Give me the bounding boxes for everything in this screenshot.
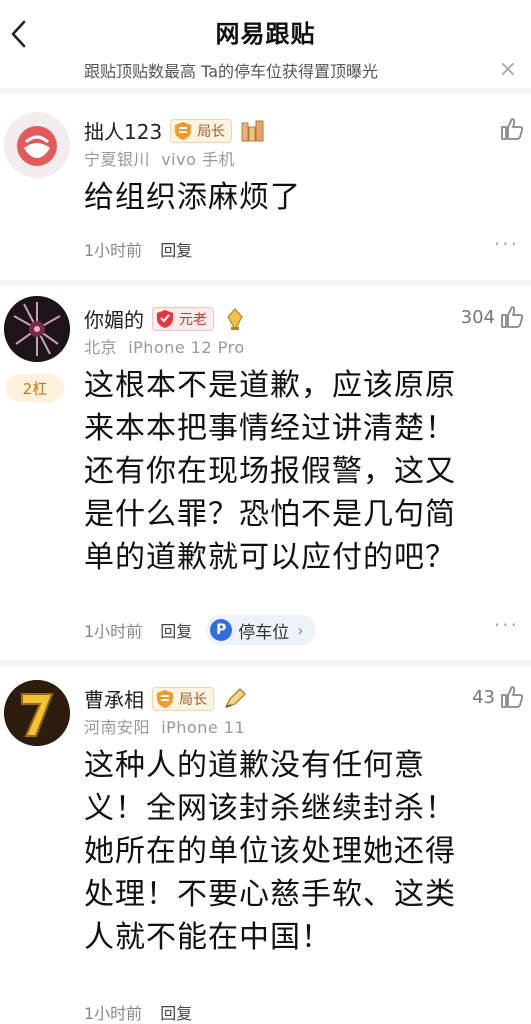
shield-icon <box>175 121 192 140</box>
user-device: iPhone 11 <box>161 718 246 737</box>
reply-button[interactable]: 回复 <box>160 618 192 642</box>
comment-line: 来本本把事情经过讲清楚！ <box>84 411 456 446</box>
medal-icon <box>227 307 243 330</box>
thumbs-up-icon <box>501 686 524 708</box>
avatar-image <box>4 112 70 178</box>
comment-line: 这根本不是道歉，应该原原 <box>84 368 456 403</box>
avatar-image <box>4 680 70 746</box>
more-options-icon[interactable]: ··· <box>494 613 519 637</box>
books-icon <box>241 120 264 141</box>
comment-line: 是什么罪？恐怕不是几句简 <box>84 497 456 532</box>
like-button[interactable]: 43 <box>472 684 525 710</box>
username[interactable]: 你媚的 <box>84 304 144 333</box>
user-device: vivo 手机 <box>161 150 235 169</box>
comment-text: 给组织添麻烦了 <box>84 180 301 215</box>
comment-text: 这根本不是道歉，应该原原 来本本把事情经过讲清楚！ 还有你在现场报假警，这又 是… <box>84 364 514 579</box>
like-button[interactable] <box>495 116 525 142</box>
user-location: 河南安阳 <box>84 718 151 737</box>
rank-badge: 元老 <box>152 306 214 331</box>
parking-button[interactable]: P 停车位 › <box>206 615 316 645</box>
rank-badge-label: 元老 <box>179 311 207 328</box>
reply-button[interactable]: 回复 <box>160 237 192 261</box>
notice-text: 跟贴顶贴数最高 Ta的停车位获得置顶曝光 <box>84 62 379 81</box>
user-info-row: 你媚的 元老 <box>84 304 248 333</box>
avatar-image <box>4 296 70 362</box>
thumbs-up-icon <box>501 306 524 328</box>
comment-line: 这种人的道歉没有任何意 <box>84 748 425 783</box>
like-count: 43 <box>472 686 495 708</box>
comment-footer: 1小时前 回复 P 停车位 › <box>84 615 316 645</box>
more-options-icon[interactable]: ··· <box>494 232 519 256</box>
comment-line: 义！全网该封杀继续封杀！ <box>84 791 456 826</box>
floor-tag: 2杠 <box>6 374 64 402</box>
username[interactable]: 拙人123 <box>84 116 162 145</box>
comment-line: 还有你在现场报假警，这又 <box>84 454 456 489</box>
comment-line: 人就不能在中国！ <box>84 920 332 955</box>
chevron-right-icon: › <box>297 620 304 640</box>
shield-icon <box>157 309 173 328</box>
comment-time: 1小时前 <box>84 241 143 260</box>
thumbs-up-icon <box>501 118 524 140</box>
comment-text: 这种人的道歉没有任何意 义！全网该封杀继续封杀！ 她所在的单位该处理她还得 处理… <box>84 744 514 959</box>
user-location: 北京 <box>84 338 118 357</box>
parking-label: 停车位 <box>238 622 290 643</box>
shield-icon <box>157 689 173 708</box>
comment-footer: 1小时前 回复 <box>84 1000 192 1024</box>
like-button[interactable]: 304 <box>461 304 525 330</box>
user-meta: 宁夏银川 vivo 手机 <box>84 146 235 170</box>
user-info-row: 拙人123 局长 <box>84 116 266 145</box>
parking-icon: P <box>210 619 233 641</box>
comment-footer: 1小时前 回复 <box>84 237 192 261</box>
comment-line: 单的道歉就可以应付的吧？ <box>84 540 456 575</box>
close-icon[interactable]: × <box>499 56 517 84</box>
user-meta: 北京 iPhone 12 Pro <box>84 334 245 358</box>
user-meta: 河南安阳 iPhone 11 <box>84 714 245 738</box>
top-bar: 网易跟贴 <box>0 0 531 62</box>
avatar[interactable] <box>4 680 70 746</box>
user-location: 宁夏银川 <box>84 150 151 169</box>
like-count: 304 <box>460 306 495 328</box>
comment-time: 1小时前 <box>84 622 143 641</box>
comment-item: 拙人123 局长 宁夏银川 vivo 手机 给组织添麻烦了 1小时前 回复 ··… <box>0 94 531 280</box>
pen-icon <box>225 687 246 708</box>
username[interactable]: 曹承相 <box>84 684 144 713</box>
page-title: 网易跟贴 <box>215 20 316 48</box>
comment-time: 1小时前 <box>84 1004 143 1023</box>
rank-badge: 局长 <box>152 686 214 711</box>
comment-item: 2杠 你媚的 元老 304 北京 iPhone 12 Pro 这根本不是道歉，应… <box>0 286 531 660</box>
avatar[interactable] <box>4 112 70 178</box>
rank-badge: 局长 <box>170 118 233 143</box>
notice-bar[interactable]: 跟贴顶贴数最高 Ta的停车位获得置顶曝光 × <box>0 56 531 86</box>
reply-button[interactable]: 回复 <box>160 1000 192 1024</box>
avatar[interactable] <box>4 296 70 362</box>
comment-line: 她所在的单位该处理她还得 <box>84 834 456 869</box>
user-info-row: 曹承相 局长 <box>84 684 248 713</box>
rank-badge-label: 局长 <box>197 123 226 140</box>
rank-badge-label: 局长 <box>179 691 207 708</box>
comment-item: 曹承相 局长 43 河南安阳 iPhone 11 这种人的道歉没有任何意 义！全… <box>0 666 531 1024</box>
user-device: iPhone 12 Pro <box>128 338 245 357</box>
comment-line: 处理！不要心慈手软、这类 <box>84 877 456 912</box>
